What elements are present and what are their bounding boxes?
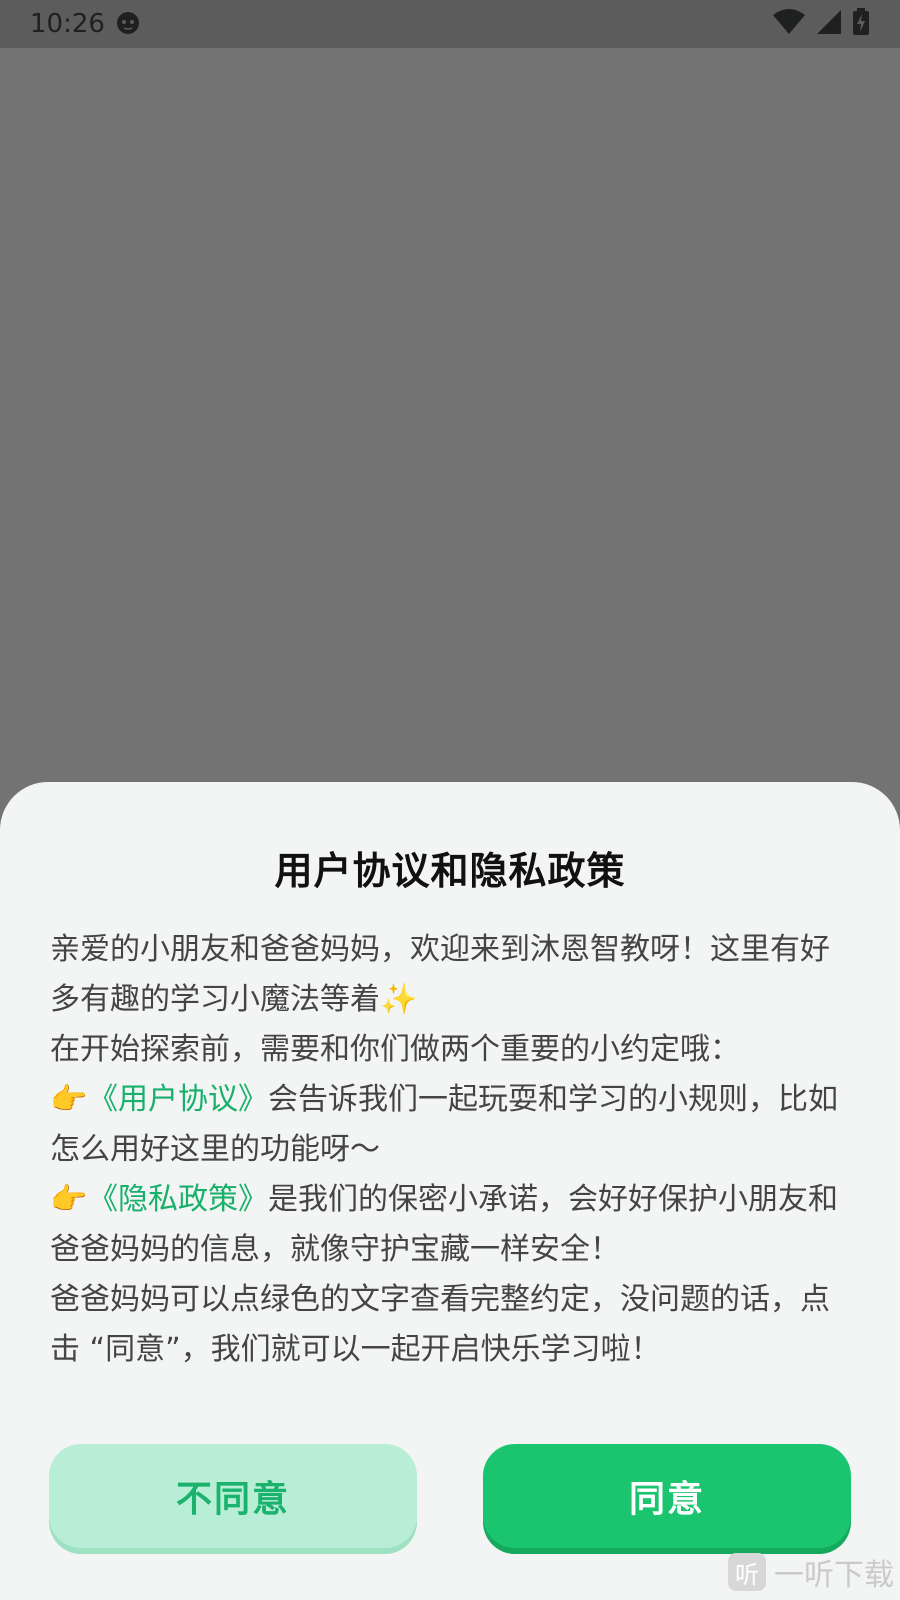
wifi-icon xyxy=(772,9,806,39)
dialog-body: 亲爱的小朋友和爸爸妈妈，欢迎来到沐恩智教呀！这里有好多有趣的学习小魔法等着✨ 在… xyxy=(50,925,850,1375)
promise-paragraph: 在开始探索前，需要和你们做两个重要的小约定哦： xyxy=(50,1032,740,1067)
watermark-text: 一听下载 xyxy=(774,1558,894,1593)
pointing-hand-icon: 👉 xyxy=(50,1182,88,1217)
privacy-policy-link[interactable]: 《隐私政策》 xyxy=(88,1182,268,1217)
status-left: 10:26 xyxy=(30,9,141,39)
user-agreement-link[interactable]: 《用户协议》 xyxy=(88,1082,268,1117)
agree-button[interactable]: 同意 xyxy=(483,1444,851,1548)
status-right xyxy=(772,8,870,40)
status-bar: 10:26 xyxy=(0,0,900,48)
intro-paragraph: 亲爱的小朋友和爸爸妈妈，欢迎来到沐恩智教呀！这里有好多有趣的学习小魔法等着✨ xyxy=(50,932,830,1017)
signal-icon xyxy=(816,9,842,39)
pointing-hand-icon: 👉 xyxy=(50,1082,88,1117)
closing-paragraph: 爸爸妈妈可以点绿色的文字查看完整约定，没问题的话，点击 “同意”，我们就可以一起… xyxy=(50,1282,830,1367)
dialog-title: 用户协议和隐私政策 xyxy=(274,849,626,893)
status-time: 10:26 xyxy=(30,9,105,39)
watermark: 听 一听下载 xyxy=(728,1550,894,1594)
user-agreement-item: 👉《用户协议》会告诉我们一起玩耍和学习的小规则，比如怎么用好这里的功能呀～ xyxy=(50,1075,850,1175)
disagree-button[interactable]: 不同意 xyxy=(49,1444,417,1548)
cat-face-icon xyxy=(115,9,141,39)
privacy-policy-item: 👉《隐私政策》是我们的保密小承诺，会好好保护小朋友和爸爸妈妈的信息，就像守护宝藏… xyxy=(50,1175,850,1275)
watermark-logo-icon: 听 xyxy=(728,1553,766,1591)
battery-charging-icon xyxy=(852,8,870,40)
